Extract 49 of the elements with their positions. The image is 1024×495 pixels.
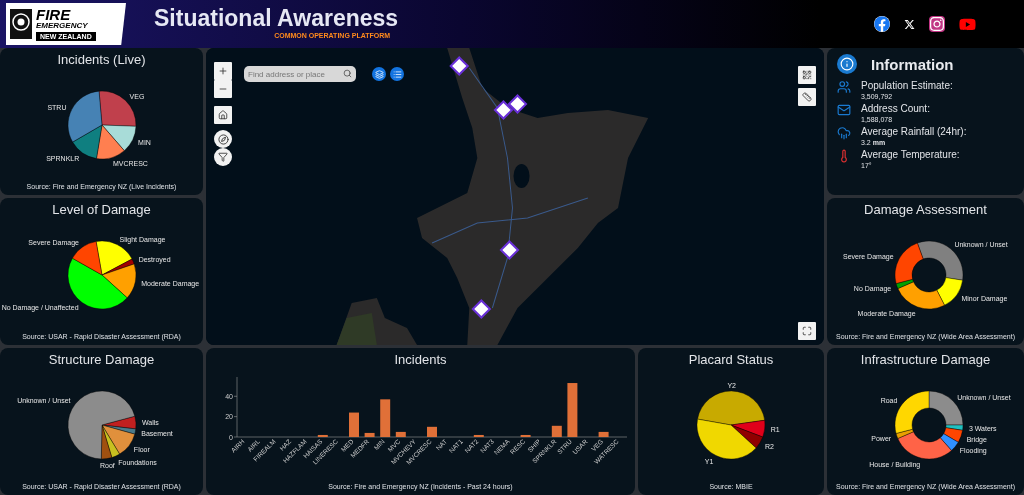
filter-icon	[218, 152, 228, 162]
rain-cloud-icon	[837, 126, 851, 140]
facebook-icon[interactable]	[874, 16, 890, 32]
mail-icon	[837, 103, 851, 117]
bar	[566, 383, 577, 437]
grid-button[interactable]	[798, 66, 816, 84]
compass-icon	[217, 133, 229, 145]
fullscreen-button[interactable]	[798, 322, 816, 340]
people-icon	[837, 80, 851, 94]
panel-title: Incidents	[394, 352, 447, 367]
bar	[395, 431, 406, 437]
page-title: Situational Awareness	[154, 5, 399, 32]
y-axis	[236, 376, 237, 438]
measure-button[interactable]	[798, 88, 816, 106]
panel-title: Structure Damage	[48, 352, 155, 367]
panel-title: Information	[871, 55, 954, 73]
panel-title: Incidents (Live)	[57, 52, 146, 67]
bar	[551, 425, 562, 437]
ruler-icon	[802, 92, 812, 102]
plus-icon	[218, 66, 228, 76]
info-label: Address Count:	[861, 103, 930, 114]
logo-text: EMERGENCY	[36, 22, 88, 30]
bar	[473, 434, 484, 437]
bar	[364, 432, 375, 437]
bar	[426, 426, 437, 437]
bar	[348, 412, 359, 437]
info-label: Average Temperature:	[861, 149, 960, 160]
emblem-icon	[10, 9, 32, 39]
panel-title: Level of Damage	[52, 202, 151, 217]
home-icon	[218, 110, 228, 120]
panel-title: Infrastructure Damage	[860, 352, 991, 367]
bar	[598, 431, 609, 437]
panel-title: Placard Status	[688, 352, 774, 367]
search-icon	[343, 69, 352, 78]
qr-code-icon	[802, 70, 812, 80]
info-label: Population Estimate:	[861, 80, 953, 91]
bar	[379, 399, 390, 437]
search-field[interactable]: Find address or place	[244, 66, 356, 82]
bar	[317, 434, 328, 437]
map[interactable]: Find address or place	[206, 48, 824, 345]
instagram-icon[interactable]	[929, 16, 945, 32]
info-icon	[837, 54, 857, 74]
fullscreen-icon	[802, 326, 812, 336]
info-label: Average Rainfall (24hr):	[861, 126, 967, 137]
x-icon[interactable]	[904, 18, 915, 30]
logo-text: FIRE	[36, 7, 71, 22]
bar	[520, 434, 531, 437]
panel-title: Damage Assessment	[864, 202, 987, 217]
home-button[interactable]	[214, 106, 232, 124]
